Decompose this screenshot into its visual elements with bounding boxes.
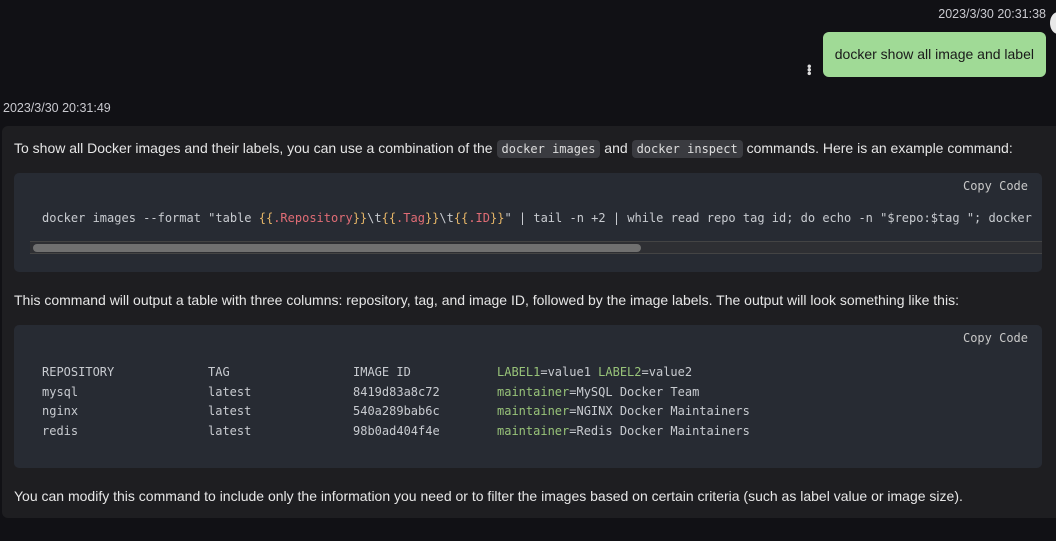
cell: 8419d83a8c72 bbox=[353, 384, 440, 399]
user-message-timestamp: 2023/3/30 20:31:38 bbox=[938, 7, 1046, 21]
label-value: =value1 bbox=[540, 364, 599, 379]
inline-code: docker inspect bbox=[631, 140, 743, 158]
assistant-message-bubble: To show all Docker images and their labe… bbox=[2, 126, 1056, 518]
user-avatar bbox=[1050, 12, 1056, 34]
label-value: =Redis Docker Maintainers bbox=[569, 423, 750, 438]
header-cell: REPOSITORY bbox=[42, 364, 115, 379]
cell: redis bbox=[42, 423, 79, 438]
code-token: {{ bbox=[381, 211, 397, 225]
cell: latest bbox=[208, 384, 252, 399]
label-value: =NGINX Docker Maintainers bbox=[569, 404, 750, 419]
code-block-output: Copy Code REPOSITORY TAG IMAGE ID LABEL1… bbox=[14, 325, 1042, 468]
code-token: }} bbox=[352, 211, 368, 225]
code-token: {{ bbox=[453, 211, 469, 225]
intro-text: commands. Here is an example command: bbox=[742, 140, 1013, 156]
table-row: redis latest 98b0ad404f4e maintainer=Redis … bbox=[42, 421, 750, 441]
user-message-bubble: docker show all image and label bbox=[822, 32, 1046, 77]
cell: latest bbox=[208, 404, 252, 419]
code-token: }} bbox=[424, 211, 440, 225]
header-cell: IMAGE ID bbox=[353, 364, 411, 379]
code-token: \t bbox=[439, 211, 454, 225]
outro-paragraph: You can modify this command to include o… bbox=[14, 488, 963, 504]
code-token: .Repository bbox=[273, 211, 353, 225]
table-row: nginx latest 540a289bab6c maintainer=NGINX … bbox=[42, 401, 750, 421]
code-token: docker images --format "table bbox=[42, 211, 259, 225]
label-key: maintainer bbox=[497, 404, 570, 419]
more-options-icon[interactable]: ••• bbox=[802, 64, 817, 75]
assistant-message-timestamp: 2023/3/30 20:31:49 bbox=[3, 101, 111, 115]
label-key: LABEL2 bbox=[598, 364, 642, 379]
label-value: =MySQL Docker Team bbox=[569, 384, 700, 399]
output-table: REPOSITORY TAG IMAGE ID LABEL1=value1 LA… bbox=[42, 362, 750, 441]
label-key: maintainer bbox=[497, 423, 570, 438]
intro-text: and bbox=[600, 140, 632, 156]
cell: maintainer=Redis Docker Maintainers bbox=[497, 421, 750, 441]
label-value: =value2 bbox=[641, 364, 693, 379]
cell: mysql bbox=[42, 384, 79, 399]
intro-paragraph: To show all Docker images and their labe… bbox=[14, 140, 1013, 158]
cell: maintainer=NGINX Docker Maintainers bbox=[497, 401, 750, 421]
inline-code: docker images bbox=[496, 140, 601, 158]
code-token: .ID bbox=[468, 211, 490, 225]
code-token: {{ bbox=[258, 211, 274, 225]
horizontal-scrollbar[interactable] bbox=[30, 241, 1042, 254]
header-cell: TAG bbox=[208, 364, 230, 379]
command-code: docker images --format "table {{.Reposit… bbox=[42, 211, 1032, 225]
label-key: LABEL1 bbox=[497, 364, 541, 379]
copy-code-button[interactable]: Copy Code bbox=[963, 179, 1028, 193]
code-token: " | tail -n +2 | while read repo tag id;… bbox=[504, 211, 1032, 225]
cell: maintainer=MySQL Docker Team bbox=[497, 382, 750, 402]
cell: 98b0ad404f4e bbox=[353, 423, 440, 438]
label-key: maintainer bbox=[497, 384, 570, 399]
code-token: .Tag bbox=[396, 211, 425, 225]
table-row: mysql latest 8419d83a8c72 maintainer=MySQL … bbox=[42, 382, 750, 402]
cell: latest bbox=[208, 423, 252, 438]
cell: nginx bbox=[42, 404, 79, 419]
header-cell: LABEL1=value1 LABEL2=value2 bbox=[497, 362, 750, 382]
code-token: \t bbox=[367, 211, 382, 225]
code-block-command: Copy Code docker images --format "table … bbox=[14, 173, 1042, 272]
cell: 540a289bab6c bbox=[353, 404, 440, 419]
copy-code-button[interactable]: Copy Code bbox=[963, 331, 1028, 345]
table-header-row: REPOSITORY TAG IMAGE ID LABEL1=value1 LA… bbox=[42, 362, 750, 382]
scrollbar-thumb[interactable] bbox=[33, 244, 641, 252]
intro-text: To show all Docker images and their labe… bbox=[14, 140, 497, 156]
code-token: }} bbox=[490, 211, 505, 225]
middle-paragraph: This command will output a table with th… bbox=[14, 292, 959, 308]
